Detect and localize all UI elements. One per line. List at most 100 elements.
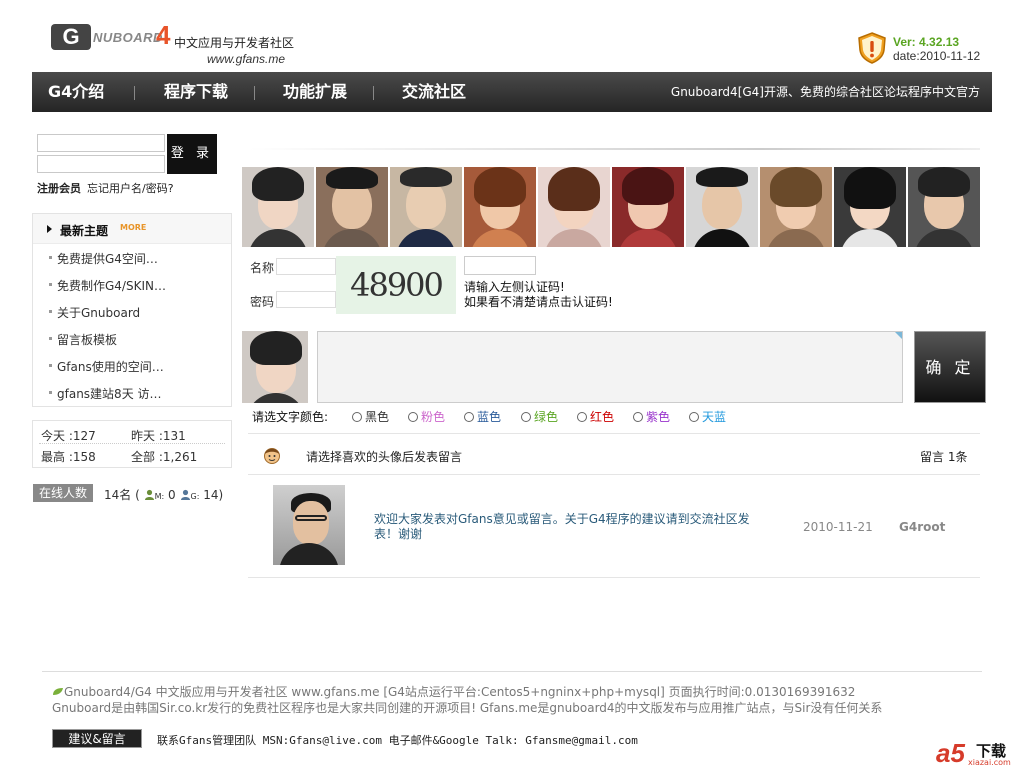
nav-item-community[interactable]: 交流社区 (402, 72, 466, 112)
user-face-icon (264, 448, 280, 464)
nav-slogan: Gnuboard4[G4]开源、免费的综合社区论坛程序中文官方 (670, 85, 980, 99)
avatar-option[interactable] (612, 167, 684, 247)
nav-item-download[interactable]: 程序下载 (164, 72, 228, 112)
list-item[interactable]: gfans建站8天 访… (49, 385, 162, 402)
leaf-icon (53, 688, 63, 695)
bullet-icon (49, 310, 52, 313)
avatar-option[interactable] (686, 167, 758, 247)
list-item-label: Gfans使用的空间… (57, 360, 164, 374)
top-divider (248, 148, 980, 150)
radio-icon[interactable] (408, 412, 418, 422)
online-count[interactable]: 14名 ( M: 0 G: 14) (104, 486, 223, 503)
bullet-icon (49, 256, 52, 259)
list-divider (248, 433, 980, 434)
latest-topics-header: 最新主题 MORE (33, 214, 231, 244)
online-badge: 在线人数 (33, 484, 93, 502)
version-info: Ver: 4.32.13 date:2010-11-12 (856, 32, 996, 66)
avatar-option[interactable] (242, 167, 314, 247)
radio-icon[interactable] (689, 412, 699, 422)
bullet-icon (49, 337, 52, 340)
color-option-pink[interactable]: 粉色 (408, 408, 445, 425)
radio-icon[interactable] (521, 412, 531, 422)
site-logo[interactable]: G NUBOARD 4 中文应用与开发者社区 www.gfans.me (51, 20, 301, 66)
a5-logo-mark: a5 (936, 738, 965, 768)
bullet-icon (49, 364, 52, 367)
nav-separator (134, 86, 135, 100)
footer-line-2: Gnuboard是由韩国Sir.co.kr发行的免费社区程序也是大家共同创建的开… (52, 701, 883, 715)
stat-total: 全部 :1,261 (131, 450, 198, 464)
more-link[interactable]: MORE (120, 223, 146, 232)
nav-item-extensions[interactable]: 功能扩展 (283, 72, 347, 112)
logo-number: 4 (156, 20, 171, 50)
forgot-password-link[interactable]: 忘记用户名/密码? (87, 182, 174, 195)
captcha-code: 48900 (350, 266, 444, 304)
list-item-label: 免费提供G4空间… (57, 252, 158, 266)
resize-corner-icon (895, 332, 902, 339)
avatar-option[interactable] (538, 167, 610, 247)
stats-divider (39, 443, 225, 444)
list-item[interactable]: 免费制作G4/SKIN… (49, 277, 166, 294)
captcha-image[interactable]: 48900 (336, 256, 456, 314)
list-item-label: 留言板模板 (57, 333, 118, 347)
register-link[interactable]: 注册会员 (37, 182, 81, 195)
list-item[interactable]: Gfans使用的空间… (49, 358, 164, 375)
contact-info: 联系Gfans管理团队 MSN:Gfans@live.com 电子邮件&Goog… (157, 734, 638, 747)
main-nav: G4介绍 程序下载 功能扩展 交流社区 Gnuboard4[G4]开源、免费的综… (32, 72, 992, 112)
login-links: 注册会员 忘记用户名/密码? (37, 180, 174, 196)
radio-icon[interactable] (464, 412, 474, 422)
post-author[interactable]: G4root (899, 520, 945, 534)
avatar-option[interactable] (464, 167, 536, 247)
list-divider (248, 577, 980, 578)
avatar-option[interactable] (390, 167, 462, 247)
username-input[interactable] (37, 134, 165, 152)
logo-letter: G (51, 24, 91, 50)
color-option-green[interactable]: 绿色 (521, 408, 558, 425)
selected-avatar (242, 331, 308, 403)
suggest-button[interactable]: 建议&留言 (52, 729, 142, 748)
nav-item-intro[interactable]: G4介绍 (48, 72, 104, 112)
message-password-input[interactable] (276, 291, 336, 308)
list-item[interactable]: 关于Gnuboard (49, 304, 141, 321)
post-avatar (273, 485, 345, 565)
name-input[interactable] (276, 258, 336, 275)
password-input[interactable] (37, 155, 165, 173)
version-number: Ver: 4.32.13 (893, 35, 960, 49)
color-option-blue[interactable]: 蓝色 (464, 408, 501, 425)
radio-icon[interactable] (577, 412, 587, 422)
radio-icon[interactable] (352, 412, 362, 422)
name-label: 名称 (250, 261, 275, 275)
footer-divider (42, 671, 982, 672)
list-item[interactable]: 免费提供G4空间… (49, 250, 158, 267)
submit-button[interactable]: 确 定 (914, 331, 986, 403)
arrow-right-icon (47, 225, 52, 233)
captcha-input[interactable] (464, 256, 536, 275)
stat-max: 最高 :158 (41, 450, 96, 464)
post-content: 欢迎大家发表对Gfans意见或留言。关于G4程序的建议请到交流社区发表！谢谢 (374, 512, 750, 541)
avatar-option[interactable] (316, 167, 388, 247)
color-option-red[interactable]: 红色 (577, 408, 614, 425)
a5-logo-url: xiazai.com (968, 758, 1011, 767)
warning-shield-icon (858, 32, 886, 64)
logo-subtitle: 中文应用与开发者社区 (174, 36, 295, 50)
avatar-option[interactable] (908, 167, 980, 247)
color-option-black[interactable]: 黑色 (352, 408, 389, 425)
nav-separator (254, 86, 255, 100)
list-item[interactable]: 留言板模板 (49, 331, 118, 348)
list-item-label: gfans建站8天 访… (57, 387, 162, 401)
message-textarea[interactable] (317, 331, 903, 403)
version-date: date:2010-11-12 (893, 49, 981, 63)
color-option-purple[interactable]: 紫色 (633, 408, 670, 425)
latest-topics-panel: 最新主题 MORE 免费提供G4空间… 免费制作G4/SKIN… 关于Gnubo… (32, 213, 232, 407)
visit-stats-panel: 今天 :127 昨天 :131 最高 :158 全部 :1,261 (32, 420, 232, 468)
color-option-skyblue[interactable]: 天蓝 (689, 408, 726, 425)
avatar-option[interactable] (760, 167, 832, 247)
radio-icon[interactable] (633, 412, 643, 422)
login-button[interactable]: 登 录 (167, 134, 217, 174)
guest-icon (180, 489, 190, 500)
post-date: 2010-11-21 (803, 520, 873, 534)
latest-topics-title: 最新主题 (60, 224, 109, 238)
logo-url: www.gfans.me (207, 52, 286, 66)
avatar-option[interactable] (834, 167, 906, 247)
list-item-label: 关于Gnuboard (57, 306, 141, 320)
list-title: 请选择喜欢的头像后发表留言 (306, 450, 463, 464)
